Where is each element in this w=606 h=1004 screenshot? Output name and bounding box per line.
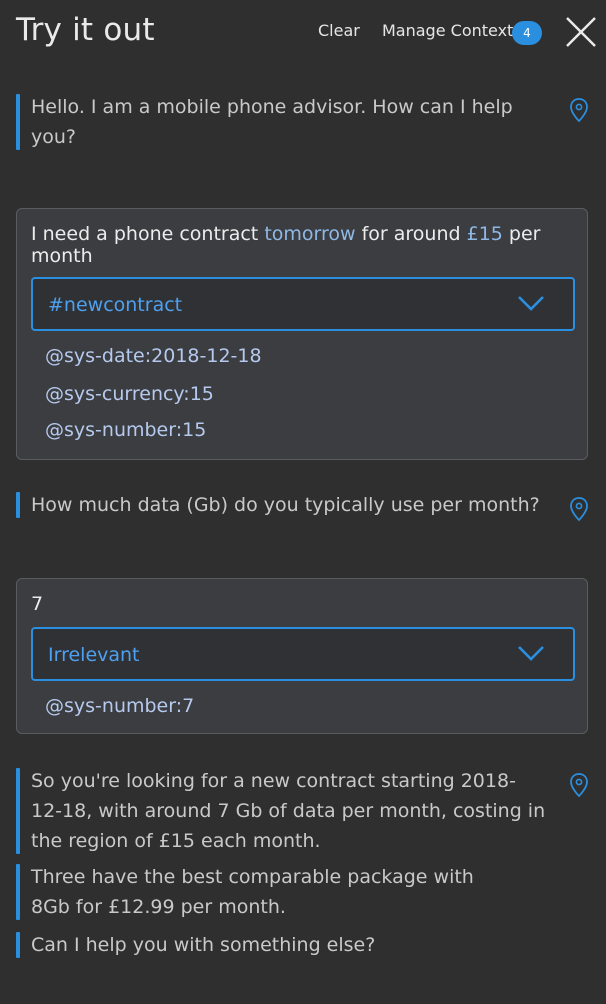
intent-value: #newcontract bbox=[48, 294, 183, 316]
bot-message-bar bbox=[16, 864, 20, 920]
location-pin-icon[interactable] bbox=[568, 496, 590, 522]
header: Try it out Clear Manage Context 4 bbox=[0, 0, 606, 64]
intent-select[interactable]: #newcontract bbox=[31, 277, 575, 331]
user-message-text: I need a phone contract tomorrow for aro… bbox=[31, 223, 561, 267]
bot-message-text: Hello. I am a mobile phone advisor. How … bbox=[31, 96, 513, 148]
bot-message-greeting: Hello. I am a mobile phone advisor. How … bbox=[16, 92, 546, 152]
bot-message-bar bbox=[16, 932, 20, 958]
user-message-card: 7 Irrelevant @sys-number:7 bbox=[16, 578, 588, 734]
user-message-card: I need a phone contract tomorrow for aro… bbox=[16, 208, 588, 460]
bot-message-text: Can I help you with something else? bbox=[31, 934, 376, 956]
intent-select[interactable]: Irrelevant bbox=[31, 627, 575, 681]
bot-message-followup: Can I help you with something else? bbox=[16, 930, 516, 960]
bot-message-bar bbox=[16, 492, 20, 518]
bot-message-text: So you're looking for a new contract sta… bbox=[31, 770, 546, 852]
chevron-down-icon bbox=[518, 646, 544, 661]
entity-tag[interactable]: @sys-number:7 bbox=[45, 695, 194, 717]
entity-tag[interactable]: @sys-currency:15 bbox=[45, 383, 214, 405]
bot-message-bar bbox=[16, 768, 20, 854]
location-pin-icon[interactable] bbox=[568, 97, 590, 123]
bot-message-bar bbox=[16, 94, 20, 150]
message-segment: I need a phone contract bbox=[31, 223, 265, 245]
close-icon[interactable] bbox=[563, 14, 599, 50]
bot-message-recommendation: Three have the best comparable package w… bbox=[16, 862, 516, 922]
entity-tag[interactable]: @sys-number:15 bbox=[45, 419, 206, 441]
manage-context-button[interactable]: Manage Context bbox=[382, 21, 513, 40]
location-pin-icon[interactable] bbox=[568, 772, 590, 798]
bot-message-summary: So you're looking for a new contract sta… bbox=[16, 766, 546, 856]
bot-message-text: Three have the best comparable package w… bbox=[31, 866, 474, 918]
page-title: Try it out bbox=[16, 12, 155, 48]
context-count-badge[interactable]: 4 bbox=[512, 21, 542, 45]
entity-highlight[interactable]: £15 bbox=[467, 223, 503, 245]
message-segment: for around bbox=[355, 223, 467, 245]
entity-highlight[interactable]: tomorrow bbox=[264, 223, 355, 245]
chevron-down-icon bbox=[518, 296, 544, 311]
intent-value: Irrelevant bbox=[48, 644, 140, 666]
entity-tag[interactable]: @sys-date:2018-12-18 bbox=[45, 345, 262, 367]
bot-message-text: How much data (Gb) do you typically use … bbox=[31, 494, 540, 516]
user-message-text: 7 bbox=[31, 593, 44, 615]
clear-button[interactable]: Clear bbox=[318, 21, 360, 40]
bot-message-question: How much data (Gb) do you typically use … bbox=[16, 490, 556, 520]
